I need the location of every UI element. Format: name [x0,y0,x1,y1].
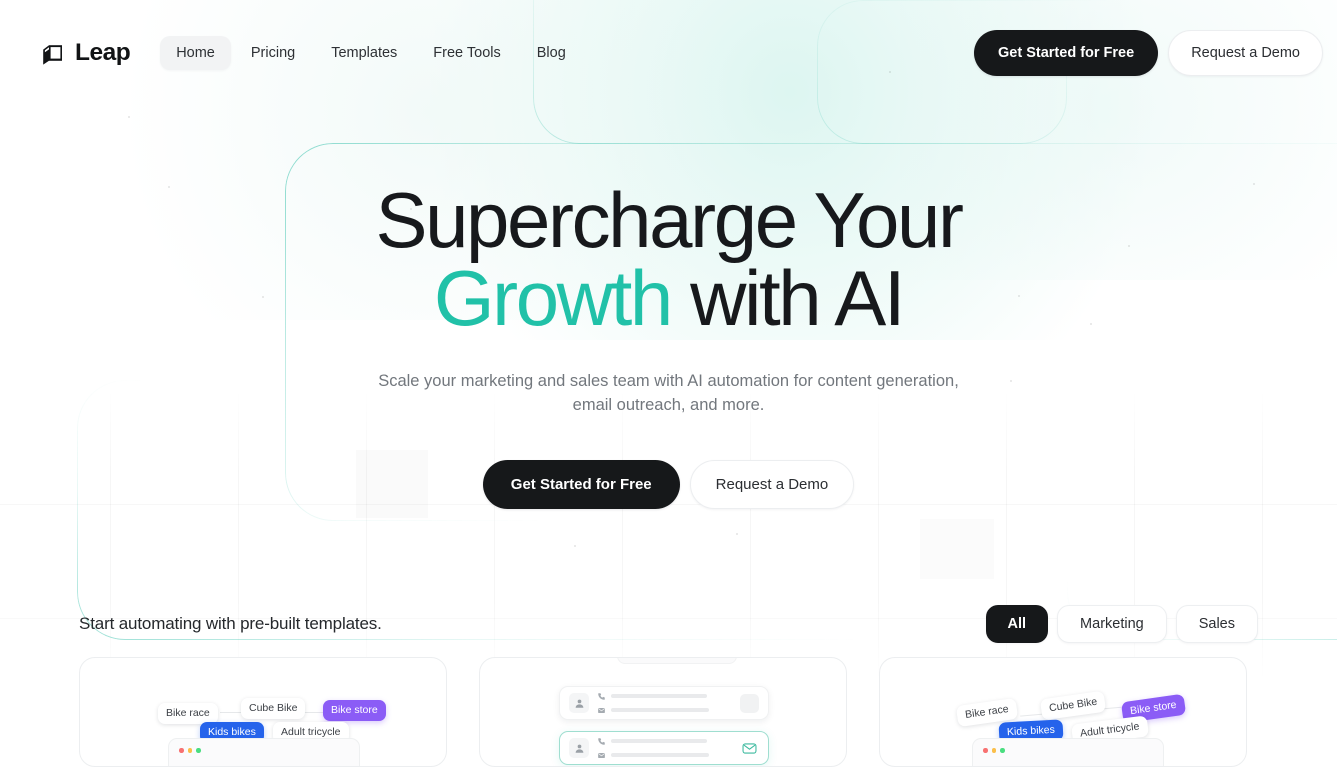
user-glyph-icon [575,744,583,753]
user-glyph-icon [575,699,583,708]
window-dot-close [983,748,988,753]
template-card-list: Bike race Cube Bike Bike store Kids bike… [79,657,1258,767]
nav-item-pricing[interactable]: Pricing [235,36,311,70]
header-request-demo-button[interactable]: Request a Demo [1168,29,1323,77]
hero-title: Supercharge Your Growth with AI [0,106,1337,337]
email-line [597,751,740,760]
templates-header-bar: Start automating with pre-built template… [79,596,1258,652]
landing-page: Leap Home Pricing Templates Free Tools B… [0,0,1337,768]
templates-filter-group: All Marketing Sales [985,604,1258,644]
hero-title-line-2-rest: with AI [670,254,905,342]
window-dot-minimize [187,748,192,753]
phone-line [597,692,740,701]
hero-get-started-button[interactable]: Get Started for Free [482,459,680,509]
envelope-glyph-icon [742,742,757,754]
hero-cta-group: Get Started for Free Request a Demo [0,459,1337,509]
brand-logo[interactable]: Leap [40,39,131,67]
user-icon [569,693,589,713]
placeholder-bar [611,739,707,743]
placeholder-bar [611,694,707,698]
contact-row [559,686,769,720]
template-card[interactable] [479,657,847,767]
phone-icon [598,737,605,745]
contact-detail-lines [597,737,740,760]
contact-row [559,731,769,765]
square-icon [740,693,759,713]
template-card[interactable]: Bike race Cube Bike Bike store Kids bike… [79,657,447,767]
nav-item-blog[interactable]: Blog [521,36,582,70]
nav-item-home[interactable]: Home [160,36,231,70]
background-panel [617,658,737,664]
keyword-tag: Bike store [323,700,386,721]
window-dot-maximize [1000,748,1005,753]
window-dot-close [179,748,184,753]
templates-heading: Start automating with pre-built template… [79,614,382,633]
mail-icon [598,752,605,758]
main-navigation: Home Pricing Templates Free Tools Blog [160,36,582,70]
filter-chip-sales[interactable]: Sales [1175,604,1258,644]
nav-item-templates[interactable]: Templates [315,36,413,70]
envelope-icon [740,739,759,758]
window-traffic-lights [179,748,201,753]
template-card[interactable]: Bike race Cube Bike Bike store Kids bike… [879,657,1247,767]
browser-window-mock [168,738,360,766]
email-line [597,706,740,715]
brand-name: Leap [75,39,131,66]
user-icon [569,738,589,758]
cube-icon [43,45,62,65]
hero-section: Supercharge Your Growth with AI Scale yo… [0,106,1337,509]
keyword-tag: Cube Bike [1039,690,1107,720]
filter-chip-all[interactable]: All [985,604,1049,644]
templates-section: Start automating with pre-built template… [0,596,1337,767]
keyword-cloud-artwork: Bike race Cube Bike Bike store Kids bike… [80,658,446,766]
window-dot-maximize [196,748,201,753]
placeholder-bar [611,753,709,757]
nav-item-free-tools[interactable]: Free Tools [417,36,516,70]
browser-window-mock [972,738,1164,766]
site-header: Leap Home Pricing Templates Free Tools B… [0,0,1337,106]
window-dot-minimize [991,748,996,753]
hero-request-demo-button[interactable]: Request a Demo [689,459,855,509]
header-get-started-button[interactable]: Get Started for Free [974,29,1159,77]
mail-icon [598,707,605,713]
hero-title-line-1: Supercharge Your [375,176,964,264]
phone-icon [598,692,605,700]
window-traffic-lights [983,748,1005,753]
filter-chip-marketing[interactable]: Marketing [1057,604,1167,644]
hero-title-accent: Growth [433,254,673,342]
keyword-tag: Bike race [158,703,218,724]
contact-rows-artwork [480,658,846,766]
phone-line [597,737,740,746]
contact-detail-lines [597,692,740,715]
keyword-cloud-artwork: Bike race Cube Bike Bike store Kids bike… [880,658,1246,766]
header-actions: Get Started for Free Request a Demo [974,29,1323,77]
keyword-tag: Cube Bike [241,698,306,719]
placeholder-bar [611,708,709,712]
hero-subtitle: Scale your marketing and sales team with… [378,372,959,415]
